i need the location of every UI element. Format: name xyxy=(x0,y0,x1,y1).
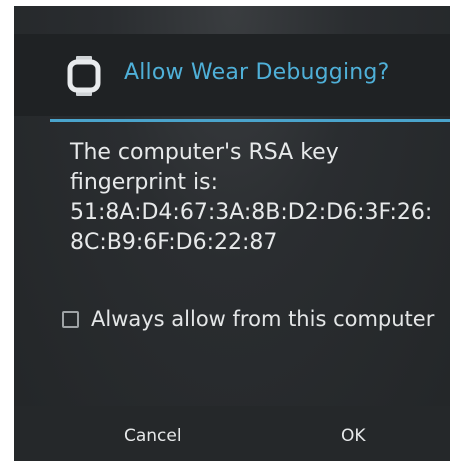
always-allow-checkbox[interactable] xyxy=(62,310,79,328)
cancel-button[interactable]: Cancel xyxy=(124,426,182,446)
always-allow-checkbox-row[interactable]: Always allow from this computer xyxy=(62,304,434,334)
fingerprint-line: 8C:B9:6F:D6:22:87 xyxy=(70,230,278,255)
dialog-title: Allow Wear Debugging? xyxy=(124,60,390,85)
message-line: The computer's RSA key xyxy=(70,140,339,165)
button-bar xyxy=(14,406,450,461)
always-allow-label[interactable]: Always allow from this computer xyxy=(91,307,434,331)
watch-icon xyxy=(67,56,101,96)
message-line: fingerprint is: xyxy=(70,170,219,195)
ok-button[interactable]: OK xyxy=(341,426,366,446)
fingerprint-line: 51:8A:D4:67:3A:8B:D2:D6:3F:26: xyxy=(70,200,433,225)
title-divider xyxy=(50,119,450,122)
dialog-message: The computer's RSA key fingerprint is: 5… xyxy=(70,138,450,258)
dialog-frame: Allow Wear Debugging? The computer's RSA… xyxy=(14,6,450,461)
